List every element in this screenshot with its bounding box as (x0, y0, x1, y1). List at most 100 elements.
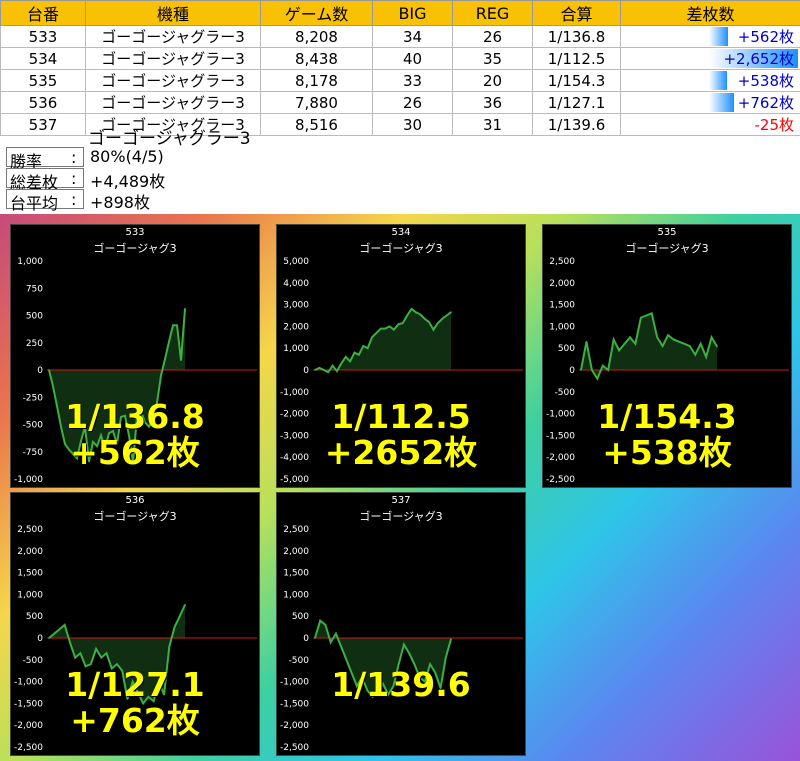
data-point (79, 652, 82, 655)
cell-diff: -25枚 (620, 113, 800, 136)
table-row: 533 ゴーゴージャグラー3 8,208 34 26 1/136.8 +562枚 (0, 25, 800, 48)
data-point (415, 311, 417, 314)
data-point (322, 369, 325, 371)
data-point (710, 336, 713, 339)
data-point (180, 359, 182, 361)
data-point (428, 321, 430, 323)
data-point (401, 322, 404, 324)
data-point (667, 334, 669, 336)
cell-diff: +762枚 (620, 91, 800, 114)
overlay-combined-rate: 1/139.6 (331, 665, 471, 705)
data-point (661, 345, 664, 347)
table-row: 535 ゴーゴージャグラー3 8,178 33 20 1/154.3 +538枚 (0, 69, 800, 92)
data-point (160, 374, 162, 377)
data-point (650, 312, 653, 315)
data-point (694, 353, 697, 356)
header-combined: 合算 (532, 0, 621, 26)
win-rate-label: 勝率: (6, 147, 84, 171)
y-tick-label: 1,500 (549, 301, 575, 311)
slot-data-table: 台番 機種 ゲーム数 BIG REG 合算 差枚数 533 ゴーゴージャグラー3 8… (0, 0, 800, 136)
y-tick-label: 2,000 (283, 322, 309, 332)
data-point (331, 364, 334, 367)
data-point (672, 338, 675, 341)
data-point (580, 369, 582, 371)
cell-unit: 533 (0, 25, 86, 48)
chart-536: 536 ゴーゴージャグ3 2,500 2,000 1,500 1,000 500 0 -500-… (10, 492, 260, 756)
y-tick-label: -2,500 (280, 743, 309, 753)
cell-diff: +562枚 (620, 25, 800, 48)
cell-games: 8,208 (260, 25, 373, 48)
y-tick-label: 2,000 (17, 547, 43, 557)
data-point (362, 345, 365, 347)
cell-big: 30 (372, 113, 453, 136)
win-rate-value: 80%(4/5) (90, 147, 164, 166)
data-point (699, 343, 702, 345)
chart-533: 533 ゴーゴージャグ3 1,000 750 500 250 0 -250 -500 -750 -1… (10, 224, 260, 488)
data-point (678, 340, 680, 343)
table-row: 536 ゴーゴージャグラー3 7,880 26 36 1/127.1 +762枚 (0, 91, 800, 114)
y-tick-label: 500 (558, 344, 575, 354)
overlay-combined-rate: 1/154.3 (597, 397, 737, 437)
y-tick-label: -500 (289, 656, 310, 666)
data-point (629, 336, 631, 339)
y-tick-label: 3,000 (283, 301, 309, 311)
cell-machine: ゴーゴージャグラー3 (85, 25, 261, 48)
data-point (53, 632, 56, 635)
data-point (623, 343, 626, 345)
data-point (640, 316, 642, 319)
data-point (176, 324, 178, 327)
diff-text: +762枚 (737, 94, 794, 112)
data-point (172, 324, 174, 327)
data-point (48, 637, 50, 639)
data-point (314, 369, 316, 371)
data-point (410, 308, 413, 310)
table-row: 534 ゴーゴージャグラー3 8,438 40 35 1/112.5 +2,652枚 (0, 47, 800, 70)
data-point (380, 327, 382, 330)
data-point (48, 369, 50, 371)
chart-537: 537 ゴーゴージャグ3 2,500 2,000 1,500 1,000 500 0 -500-… (276, 492, 526, 756)
y-tick-label: 2,000 (283, 547, 309, 557)
data-point (705, 356, 707, 358)
y-tick-label: 0 (303, 366, 309, 376)
data-point (52, 385, 54, 388)
data-point (450, 311, 452, 313)
data-point (349, 360, 351, 363)
diff-text: +2,652枚 (723, 50, 794, 68)
cell-combined: 1/136.8 (532, 25, 621, 48)
overlay-diff: +2652枚 (324, 433, 478, 473)
overlay-combined-rate: 1/127.1 (65, 665, 205, 705)
data-point (403, 643, 405, 646)
data-point (358, 353, 360, 356)
data-point (596, 377, 599, 380)
diff-bar (708, 71, 727, 90)
chart-534: 534 ゴーゴージャグ3 5,000 4,000 3,000 2,000 1,000 0 -1,… (276, 224, 526, 488)
data-point (656, 336, 658, 339)
chart-panel: 533 ゴーゴージャグ3 1,000 750 500 250 0 -250 -500 -750 -1… (0, 214, 800, 761)
data-point (95, 648, 97, 650)
cell-games: 8,516 (260, 113, 373, 136)
y-tick-label: 0 (37, 634, 43, 644)
overlay-combined-rate: 1/112.5 (331, 397, 471, 437)
y-tick-label: -500 (23, 656, 44, 666)
data-point (100, 656, 103, 659)
data-point (344, 356, 347, 358)
cell-big: 33 (372, 69, 453, 92)
data-point (184, 307, 186, 310)
y-tick-label: 2,500 (283, 525, 309, 535)
data-point (74, 656, 76, 659)
data-point (683, 343, 686, 345)
data-point (432, 328, 435, 331)
overlay-diff: +762枚 (70, 701, 200, 741)
cell-reg: 26 (452, 25, 533, 48)
y-tick-label: 1,500 (283, 569, 309, 579)
data-point (335, 632, 337, 635)
data-point (366, 347, 369, 349)
data-point (444, 656, 447, 659)
data-point (340, 645, 342, 648)
y-tick-label: 500 (26, 612, 43, 622)
data-point (371, 336, 373, 339)
diff-bar (708, 93, 735, 112)
data-point (419, 313, 422, 316)
y-tick-label: -1,000 (280, 388, 309, 398)
data-point (318, 367, 321, 369)
